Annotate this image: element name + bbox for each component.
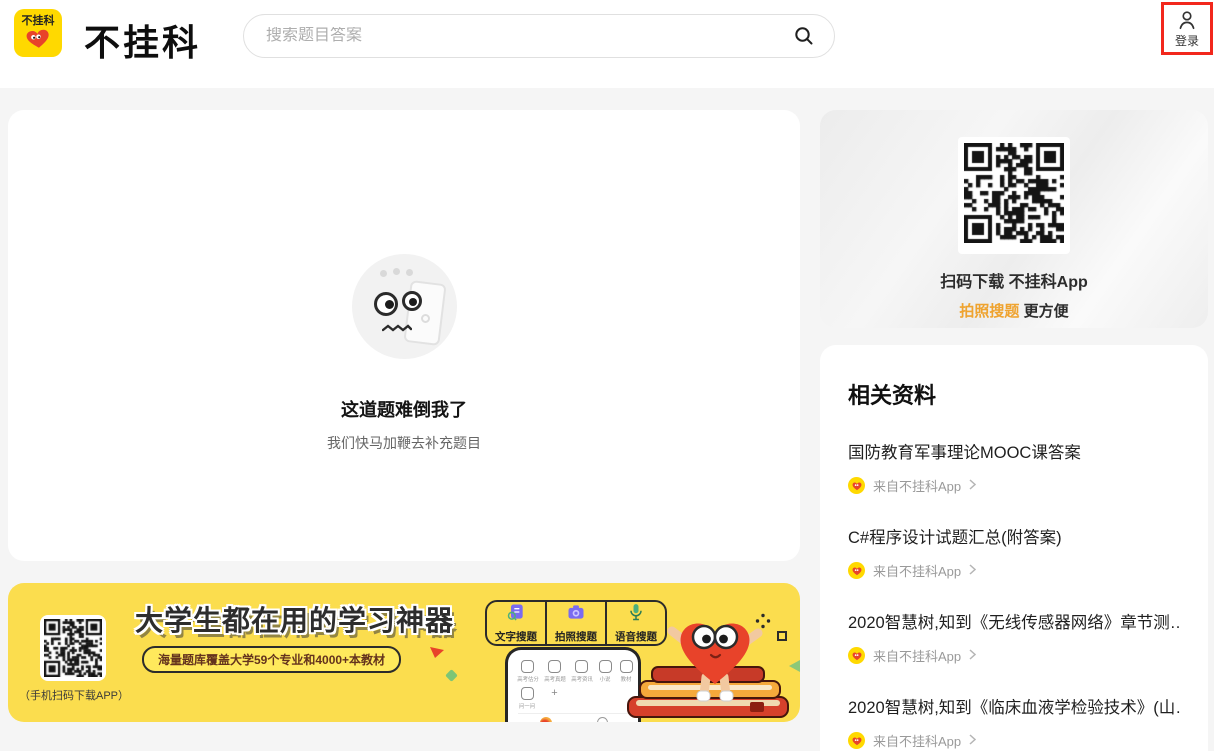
chevron-right-icon xyxy=(969,562,976,580)
brand-name: 不挂科 xyxy=(84,14,201,66)
user-icon xyxy=(1176,9,1198,31)
related-title: 相关资料 xyxy=(848,378,1180,410)
download-qr-card: 扫码下载 不挂科App 拍照搜题 更方便 xyxy=(820,110,1208,328)
sidebar-qr-code xyxy=(958,137,1070,254)
related-item-title[interactable]: C#程序设计试题汇总(附答案) xyxy=(848,524,1180,548)
empty-state-title: 这道题难倒我了 xyxy=(341,396,467,422)
download-line2: 拍照搜题 更方便 xyxy=(959,300,1068,321)
related-item-source: 来自不挂科App xyxy=(873,646,961,665)
photo-search-icon xyxy=(566,602,586,627)
banner-title: 大学生都在用的学习神器 xyxy=(135,599,454,639)
feature-label: 文字搜题 xyxy=(495,629,537,644)
feature-label: 拍照搜题 xyxy=(555,629,597,644)
download-line1: 扫码下载 不挂科App xyxy=(940,268,1088,292)
related-materials-card: 相关资料 国防教育军事理论MOOC课答案 来自不挂科App C#程序设计试题汇总… xyxy=(820,345,1208,751)
qr-code-icon xyxy=(44,619,102,677)
related-item-source: 来自不挂科App xyxy=(873,561,961,580)
related-item-source: 来自不挂科App xyxy=(873,476,961,495)
feature-photo-search: 拍照搜题 xyxy=(545,602,605,644)
text-search-icon xyxy=(506,602,526,627)
app-logo-icon xyxy=(848,477,865,494)
related-item[interactable]: 国防教育军事理论MOOC课答案 来自不挂科App xyxy=(848,439,1180,495)
app-logo-text: 不挂科 xyxy=(22,16,55,27)
green-triangle-decor xyxy=(788,659,800,678)
chevron-right-icon xyxy=(969,477,976,495)
login-button[interactable]: 登录 xyxy=(1161,2,1213,55)
app-logo[interactable]: 不挂科 xyxy=(14,9,62,57)
mascot-mouth xyxy=(382,324,412,332)
related-item[interactable]: 2020智慧树,知到《临床血液学检验技术》(山… 来自不挂科App xyxy=(848,694,1180,750)
login-label: 登录 xyxy=(1175,32,1199,49)
square-outline-decor xyxy=(777,631,787,641)
related-item-title[interactable]: 2020智慧树,知到《无线传感器网络》章节测… xyxy=(848,609,1180,633)
related-item-source: 来自不挂科App xyxy=(873,731,961,750)
page-body: 这道题难倒我了 我们快马加鞭去补充题目 （手机扫码下载APP） 大学生都在用的学… xyxy=(0,88,1214,751)
app-logo-icon xyxy=(848,562,865,579)
header: 不挂科 不挂科 登录 xyxy=(0,0,1214,88)
banner-subtitle-pill: 海量题库覆盖大学59个专业和4000+本教材 xyxy=(142,646,401,673)
related-item[interactable]: 2020智慧树,知到《无线传感器网络》章节测… 来自不挂科App xyxy=(848,609,1180,665)
green-diamond-decor xyxy=(445,669,458,682)
red-triangle-decor xyxy=(429,645,445,664)
related-item-title[interactable]: 国防教育军事理论MOOC课答案 xyxy=(848,439,1180,463)
app-logo-icon xyxy=(848,647,865,664)
related-item[interactable]: C#程序设计试题汇总(附答案) 来自不挂科App xyxy=(848,524,1180,580)
search-bar[interactable] xyxy=(243,14,835,58)
chevron-right-icon xyxy=(969,647,976,665)
heart-mascot-icon xyxy=(22,26,54,51)
qr-code-icon xyxy=(964,143,1064,243)
empty-state-subtitle: 我们快马加鞭去补充题目 xyxy=(327,433,481,453)
banner-qr-caption: （手机扫码下载APP） xyxy=(16,687,132,703)
search-input[interactable] xyxy=(266,27,792,45)
search-icon[interactable] xyxy=(792,24,816,48)
app-logo-icon xyxy=(848,732,865,749)
empty-result-card: 这道题难倒我了 我们快马加鞭去补充题目 xyxy=(8,110,800,561)
related-item-title[interactable]: 2020智慧树,知到《临床血液学检验技术》(山… xyxy=(848,694,1180,718)
feature-text-search: 文字搜题 xyxy=(487,602,545,644)
chevron-right-icon xyxy=(969,732,976,750)
empty-mascot-illustration xyxy=(352,254,457,359)
banner-qr-code xyxy=(40,615,106,681)
plus-sparkle-decor xyxy=(755,613,771,634)
app-promo-banner[interactable]: （手机扫码下载APP） 大学生都在用的学习神器 海量题库覆盖大学59个专业和40… xyxy=(8,583,800,722)
phone-tab-icon xyxy=(540,717,552,722)
